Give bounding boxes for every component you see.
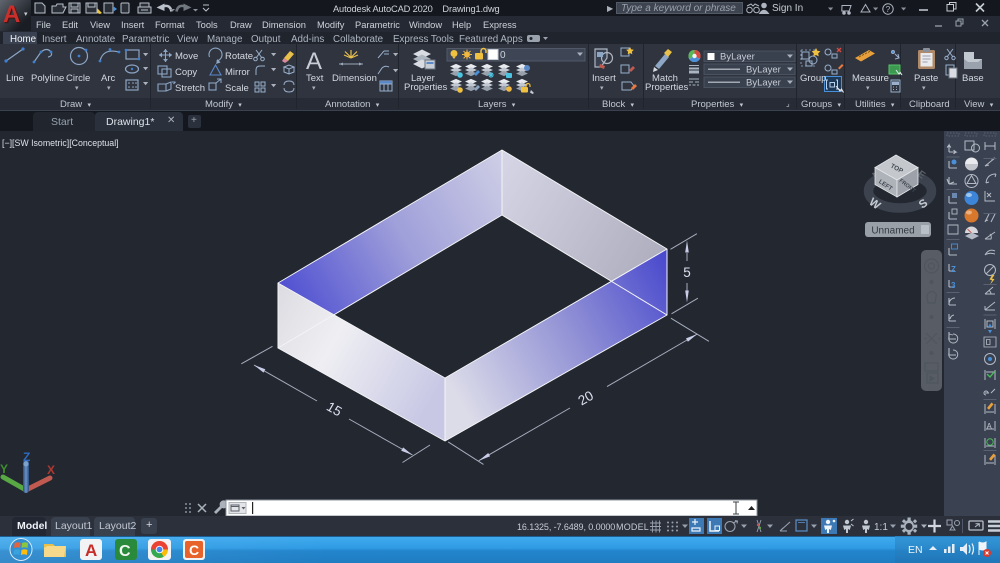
svg-text:0: 0	[500, 50, 506, 61]
svg-text:15: 15	[324, 399, 344, 419]
svg-text:EN: EN	[908, 544, 923, 556]
svg-text:A: A	[987, 422, 993, 431]
svg-text:C: C	[119, 543, 131, 560]
svg-text:A: A	[306, 48, 322, 75]
svg-text:Unnamed: Unnamed	[871, 226, 914, 237]
svg-text:1:1: 1:1	[874, 522, 888, 533]
svg-text:5: 5	[683, 265, 691, 280]
svg-text:Y: Y	[0, 462, 8, 476]
svg-text:?: ?	[886, 4, 891, 14]
svg-text:C: C	[189, 542, 199, 558]
svg-text:Z: Z	[23, 450, 30, 464]
svg-text:20: 20	[575, 388, 596, 409]
svg-text:Z: Z	[951, 265, 956, 274]
svg-text:X: X	[47, 463, 55, 477]
svg-text:ByLayer: ByLayer	[720, 52, 755, 63]
svg-text:ByLayer: ByLayer	[746, 65, 781, 76]
svg-text:ByLayer: ByLayer	[746, 78, 781, 89]
svg-text:3: 3	[951, 281, 956, 290]
svg-text:A: A	[85, 541, 97, 560]
